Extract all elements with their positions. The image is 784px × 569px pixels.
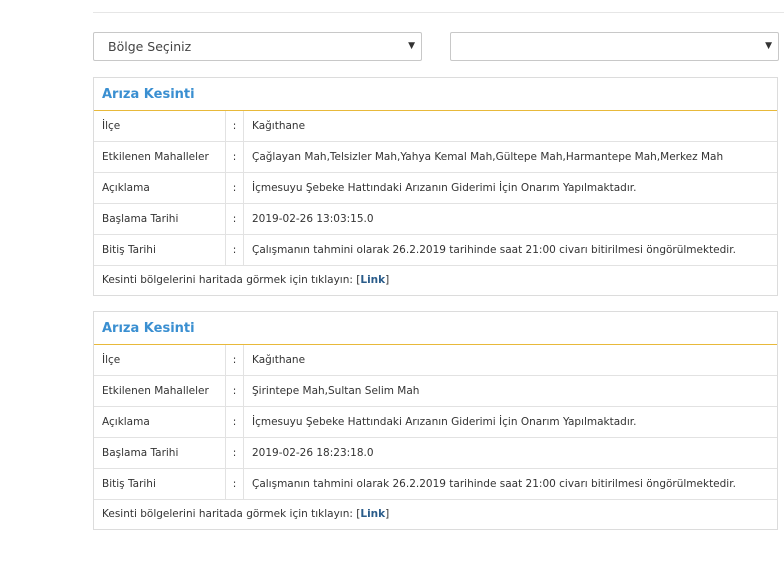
field-separator: :	[226, 204, 244, 234]
field-label: Etkilenen Mahalleler	[94, 142, 226, 172]
secondary-select[interactable]: ▼	[450, 32, 779, 61]
field-separator: :	[226, 469, 244, 499]
table-row: Bitiş Tarihi : Çalışmanın tahmini olarak…	[94, 235, 777, 266]
chevron-down-icon: ▼	[408, 41, 415, 51]
table-row: Açıklama : İçmesuyu Şebeke Hattındaki Ar…	[94, 407, 777, 438]
field-separator: :	[226, 438, 244, 468]
region-select[interactable]: Bölge Seçiniz ▼	[93, 32, 422, 61]
field-separator: :	[226, 376, 244, 406]
field-label: Etkilenen Mahalleler	[94, 376, 226, 406]
map-link[interactable]: Link	[360, 274, 385, 286]
field-value-baslama: 2019-02-26 18:23:18.0	[252, 447, 374, 459]
field-separator: :	[226, 345, 244, 375]
top-divider	[93, 12, 784, 13]
field-label: Başlama Tarihi	[94, 438, 226, 468]
field-value-aciklama: İçmesuyu Şebeke Hattındaki Arızanın Gide…	[252, 182, 637, 194]
field-value-ilce: Kağıthane	[252, 354, 306, 366]
map-footer-text: Kesinti bölgelerini haritada görmek için…	[102, 274, 357, 286]
field-label: Bitiş Tarihi	[94, 469, 226, 499]
field-value-aciklama: İçmesuyu Şebeke Hattındaki Arızanın Gide…	[252, 416, 637, 428]
field-label: Açıklama	[94, 407, 226, 437]
table-row: Başlama Tarihi : 2019-02-26 18:23:18.0	[94, 438, 777, 469]
field-label: İlçe	[94, 111, 226, 141]
table-row: Bitiş Tarihi : Çalışmanın tahmini olarak…	[94, 469, 777, 500]
field-value-bitis: Çalışmanın tahmini olarak 26.2.2019 tari…	[252, 244, 736, 256]
field-separator: :	[226, 111, 244, 141]
link-bracket-close: ]	[385, 274, 390, 286]
field-value-bitis: Çalışmanın tahmini olarak 26.2.2019 tari…	[252, 478, 736, 490]
field-value-mahalleler: Şirintepe Mah,Sultan Selim Mah	[252, 385, 420, 397]
link-bracket-close: ]	[385, 508, 390, 520]
chevron-down-icon: ▼	[765, 41, 772, 51]
field-separator: :	[226, 142, 244, 172]
field-label: Başlama Tarihi	[94, 204, 226, 234]
table-row: Açıklama : İçmesuyu Şebeke Hattındaki Ar…	[94, 173, 777, 204]
outage-card: Arıza Kesinti İlçe : Kağıthane Etkilenen…	[93, 77, 778, 296]
region-select-value: Bölge Seçiniz	[108, 39, 192, 54]
field-separator: :	[226, 407, 244, 437]
field-value-ilce: Kağıthane	[252, 120, 306, 132]
outage-title: Arıza Kesinti	[94, 312, 777, 345]
field-value-mahalleler: Çağlayan Mah,Telsizler Mah,Yahya Kemal M…	[252, 151, 724, 163]
table-row: İlçe : Kağıthane	[94, 345, 777, 376]
field-separator: :	[226, 173, 244, 203]
map-footer-text: Kesinti bölgelerini haritada görmek için…	[102, 508, 357, 520]
field-label: Açıklama	[94, 173, 226, 203]
outage-title: Arıza Kesinti	[94, 78, 777, 111]
map-link[interactable]: Link	[360, 508, 385, 520]
map-footer: Kesinti bölgelerini haritada görmek için…	[94, 266, 777, 295]
field-separator: :	[226, 235, 244, 265]
table-row: İlçe : Kağıthane	[94, 111, 777, 142]
field-label: İlçe	[94, 345, 226, 375]
map-footer: Kesinti bölgelerini haritada görmek için…	[94, 500, 777, 529]
outage-card: Arıza Kesinti İlçe : Kağıthane Etkilenen…	[93, 311, 778, 530]
table-row: Etkilenen Mahalleler : Şirintepe Mah,Sul…	[94, 376, 777, 407]
table-row: Başlama Tarihi : 2019-02-26 13:03:15.0	[94, 204, 777, 235]
field-label: Bitiş Tarihi	[94, 235, 226, 265]
table-row: Etkilenen Mahalleler : Çağlayan Mah,Tels…	[94, 142, 777, 173]
field-value-baslama: 2019-02-26 13:03:15.0	[252, 213, 374, 225]
